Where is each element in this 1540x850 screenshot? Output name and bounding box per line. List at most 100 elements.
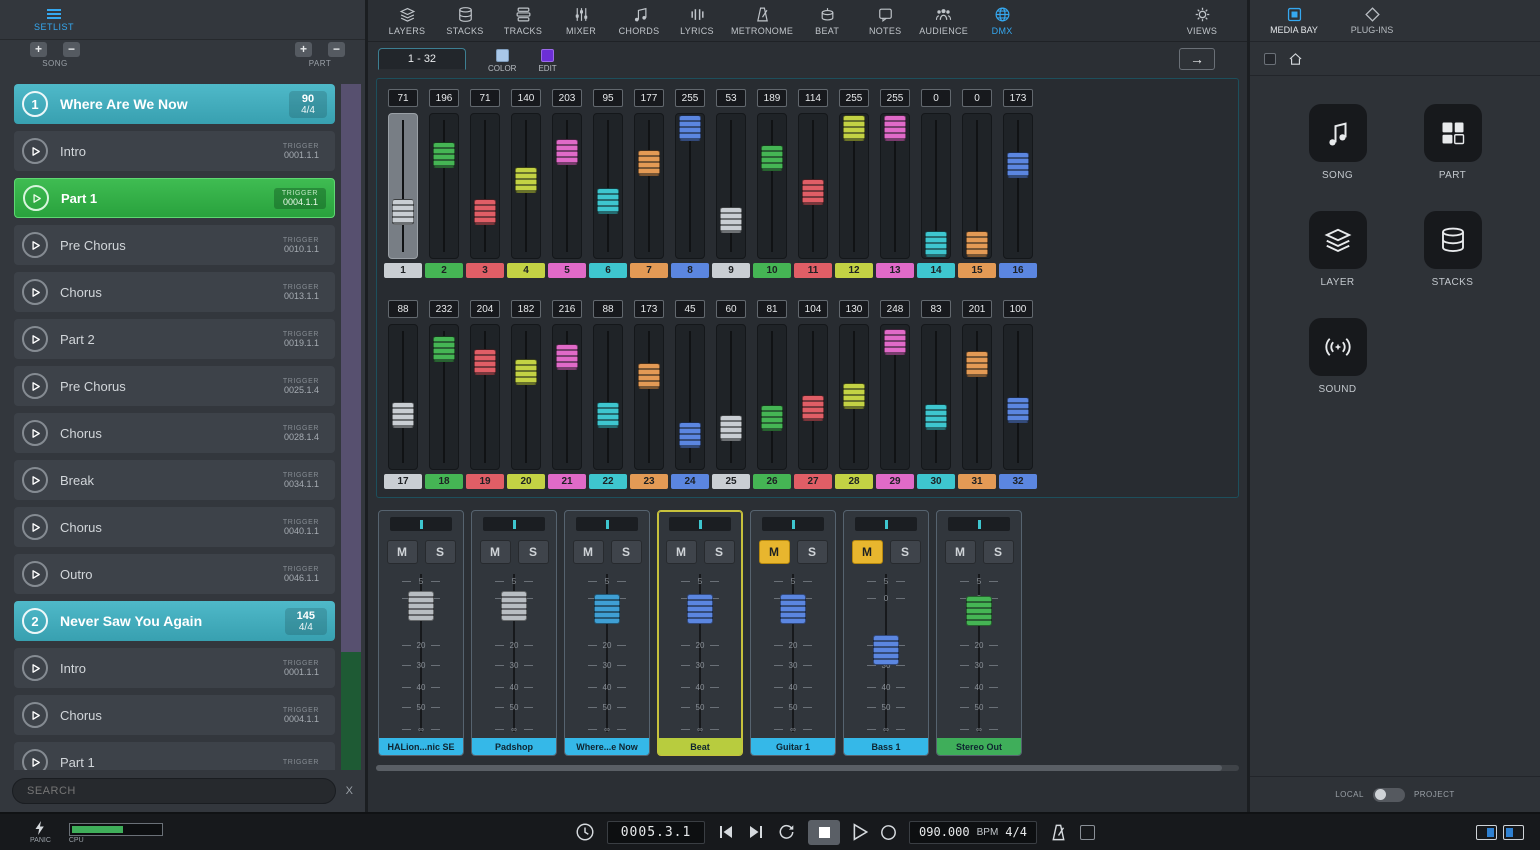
mute-button[interactable]: M	[480, 540, 511, 564]
strip-fader[interactable]: 5020304050∞	[565, 570, 649, 738]
dmx-channel-fader[interactable]	[757, 113, 787, 259]
dmx-channel-fader[interactable]	[1003, 324, 1033, 470]
dmx-channel-fader[interactable]	[962, 113, 992, 259]
strip-fader-cap[interactable]	[687, 594, 713, 624]
tab-stacks[interactable]: STACKS	[436, 0, 494, 42]
dmx-edit-button[interactable]: EDIT	[538, 48, 556, 73]
setlist-part-row[interactable]: BreakTRIGGER0034.1.1	[14, 460, 335, 500]
tab-beat[interactable]: BEAT	[798, 0, 856, 42]
part-play-button[interactable]	[22, 232, 48, 258]
local-project-toggle[interactable]	[1373, 788, 1405, 802]
mute-button[interactable]: M	[387, 540, 418, 564]
dmx-channel-fader[interactable]	[839, 324, 869, 470]
dmx-channel-fader[interactable]	[880, 113, 910, 259]
dmx-channel-fader[interactable]	[798, 113, 828, 259]
setlist-part-row[interactable]: IntroTRIGGER0001.1.1	[14, 648, 335, 688]
strip-fader[interactable]: 5020304050∞	[937, 570, 1021, 738]
dmx-fader-cap[interactable]	[925, 231, 947, 257]
strip-fader-cap[interactable]	[780, 594, 806, 624]
dmx-channel-fader[interactable]	[593, 324, 623, 470]
solo-button[interactable]: S	[611, 540, 642, 564]
dmx-channel-fader[interactable]	[470, 324, 500, 470]
dmx-channel-fader[interactable]	[675, 324, 705, 470]
dmx-fader-cap[interactable]	[843, 115, 865, 141]
dmx-channel-value[interactable]: 201	[962, 300, 992, 318]
mixer-scrollbar-thumb[interactable]	[376, 765, 1222, 771]
setlist-part-row[interactable]: IntroTRIGGER0001.1.1	[14, 131, 335, 171]
dmx-fader-cap[interactable]	[720, 415, 742, 441]
mute-button[interactable]: M	[945, 540, 976, 564]
search-input[interactable]	[12, 778, 336, 804]
media-item-sound[interactable]: SOUND	[1309, 318, 1367, 395]
remove-song-button[interactable]: −	[63, 42, 80, 57]
media-item-layer[interactable]: LAYER	[1309, 211, 1367, 288]
dmx-channel-fader[interactable]	[716, 113, 746, 259]
dmx-channel-value[interactable]: 182	[511, 300, 541, 318]
go-to-start-button[interactable]	[717, 824, 735, 840]
dmx-fader-cap[interactable]	[761, 145, 783, 171]
dmx-channel-value[interactable]: 81	[757, 300, 787, 318]
setlist-part-row[interactable]: OutroTRIGGER0046.1.1	[14, 554, 335, 594]
play-button[interactable]	[852, 823, 868, 841]
dmx-fader-cap[interactable]	[966, 231, 988, 257]
remove-part-button[interactable]: −	[328, 42, 345, 57]
dmx-fader-cap[interactable]	[679, 115, 701, 141]
strip-fader[interactable]: 5020304050∞	[658, 570, 742, 738]
dmx-channel-value[interactable]: 100	[1003, 300, 1033, 318]
mute-button[interactable]: M	[666, 540, 697, 564]
dmx-channel-fader[interactable]	[962, 324, 992, 470]
tab-mixer[interactable]: MIXER	[552, 0, 610, 42]
dmx-channel-fader[interactable]	[634, 324, 664, 470]
dmx-channel-value[interactable]: 88	[388, 300, 418, 318]
dmx-fader-cap[interactable]	[392, 402, 414, 428]
tab-audience[interactable]: AUDIENCE	[914, 0, 973, 42]
dmx-channel-fader[interactable]	[552, 113, 582, 259]
dmx-channel-value[interactable]: 255	[839, 89, 869, 107]
dmx-channel-value[interactable]: 177	[634, 89, 664, 107]
dmx-fader-cap[interactable]	[925, 404, 947, 430]
dmx-fader-cap[interactable]	[843, 383, 865, 409]
mixer-strip[interactable]: MS5020304050∞Bass 1	[843, 510, 929, 756]
setlist-part-row[interactable]: Part 1TRIGGER0004.1.1	[14, 178, 335, 218]
strip-fader-cap[interactable]	[594, 594, 620, 624]
dmx-channel-value[interactable]: 114	[798, 89, 828, 107]
cycle-loop-button[interactable]	[777, 823, 796, 841]
mixer-strip[interactable]: MS5020304050∞Padshop	[471, 510, 557, 756]
media-item-part[interactable]: PART	[1424, 104, 1482, 181]
dmx-fader-cap[interactable]	[802, 179, 824, 205]
dmx-channel-fader[interactable]	[511, 324, 541, 470]
dmx-channel-value[interactable]: 196	[429, 89, 459, 107]
setlist-overview-strip[interactable]	[341, 84, 361, 770]
dmx-channel-fader[interactable]	[921, 324, 951, 470]
metronome-toggle-icon[interactable]	[1049, 823, 1068, 842]
tab-dmx[interactable]: DMX	[973, 0, 1031, 42]
dmx-fader-cap[interactable]	[761, 405, 783, 431]
dmx-fader-cap[interactable]	[515, 167, 537, 193]
mixer-strip[interactable]: MS5020304050∞Beat	[657, 510, 743, 756]
setlist-song-row[interactable]: 2Never Saw You Again1454/4	[14, 601, 335, 641]
dmx-channel-fader[interactable]	[716, 324, 746, 470]
dmx-channel-value[interactable]: 60	[716, 300, 746, 318]
dmx-channel-fader[interactable]	[921, 113, 951, 259]
stop-button[interactable]	[808, 820, 840, 845]
dmx-channel-value[interactable]: 255	[880, 89, 910, 107]
dmx-fader-cap[interactable]	[720, 207, 742, 233]
dmx-channel-fader[interactable]	[429, 113, 459, 259]
part-play-button[interactable]	[22, 749, 48, 770]
mute-button[interactable]: M	[852, 540, 883, 564]
strip-fader-cap[interactable]	[408, 591, 434, 621]
add-song-button[interactable]: +	[30, 42, 47, 57]
mixer-strip[interactable]: MS5020304050∞Stereo Out	[936, 510, 1022, 756]
dmx-fader-cap[interactable]	[802, 395, 824, 421]
tab-views[interactable]: VIEWS	[1173, 0, 1231, 42]
setlist-part-row[interactable]: Pre ChorusTRIGGER0025.1.4	[14, 366, 335, 406]
media-item-stacks[interactable]: STACKS	[1424, 211, 1482, 288]
dmx-fader-cap[interactable]	[597, 402, 619, 428]
dmx-fader-cap[interactable]	[966, 351, 988, 377]
dmx-channel-value[interactable]: 95	[593, 89, 623, 107]
dmx-channel-fader[interactable]	[511, 113, 541, 259]
mixer-strip[interactable]: MS5020304050∞Where...e Now	[564, 510, 650, 756]
dmx-fader-cap[interactable]	[556, 139, 578, 165]
dmx-channel-fader[interactable]	[1003, 113, 1033, 259]
dmx-fader-cap[interactable]	[474, 349, 496, 375]
